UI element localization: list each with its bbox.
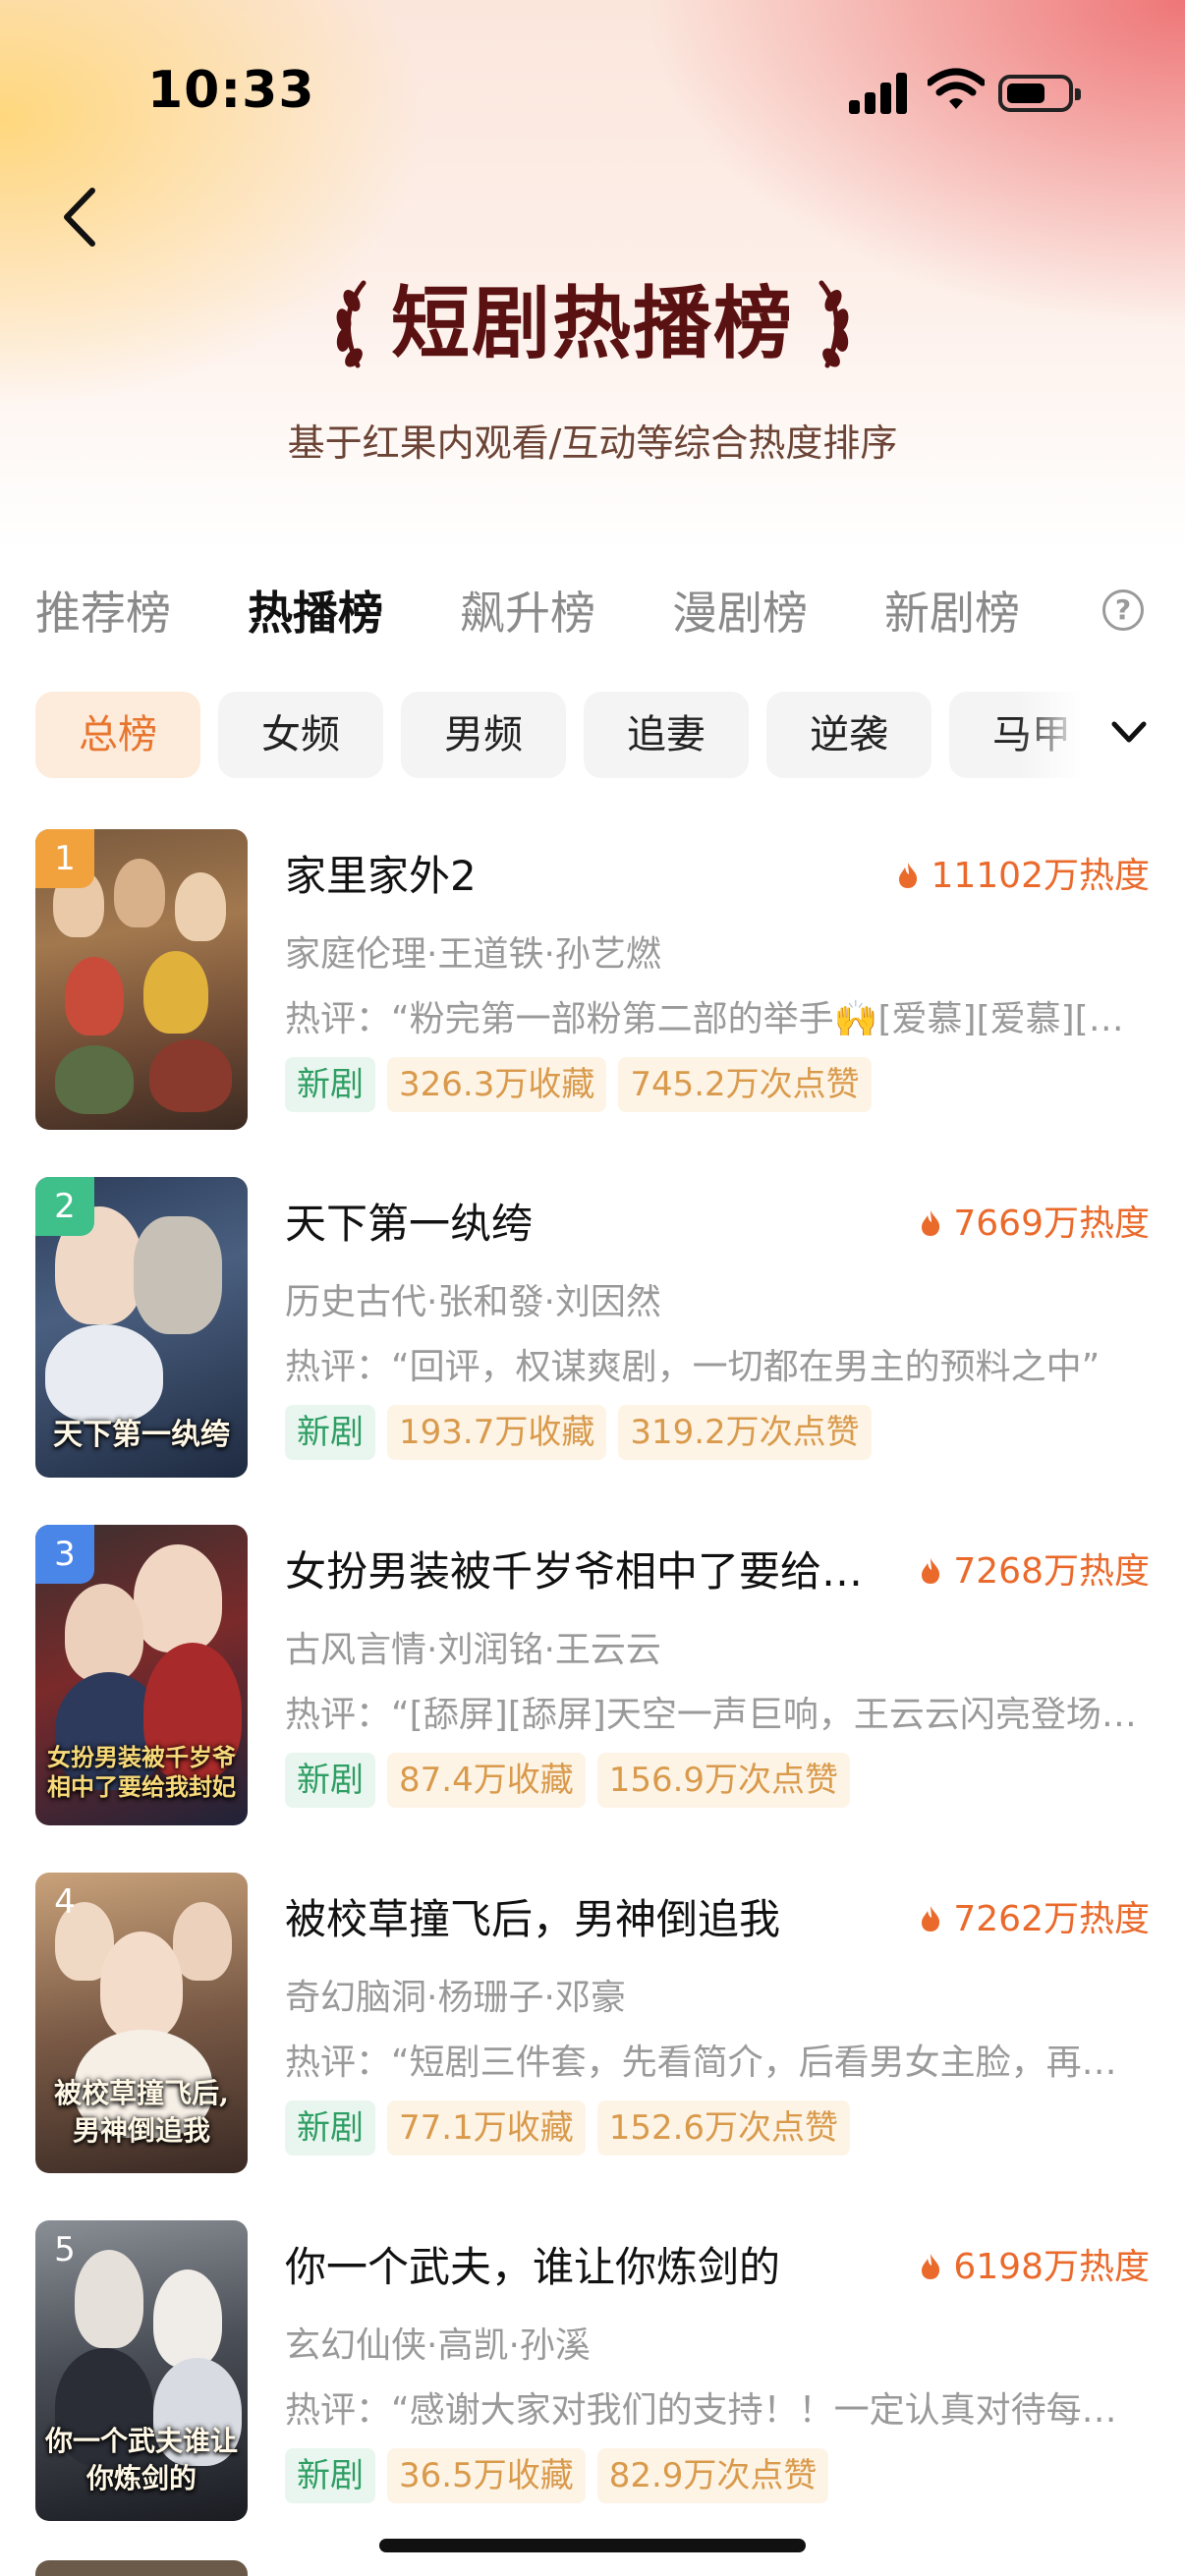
rank-badge: 2 xyxy=(35,1177,94,1236)
heat-value: 6198万热度 xyxy=(920,2238,1150,2289)
drama-title[interactable]: 家里家外2 xyxy=(285,843,894,903)
new-badge: 新剧 xyxy=(285,1753,375,1808)
favorites-count: 77.1万收藏 xyxy=(387,2100,586,2156)
drama-title[interactable]: 你一个武夫，谁让你炼剑的 xyxy=(285,2234,894,2294)
list-item[interactable]: 女扮男装被千岁爷相中了要给我封妃 3 女扮男装被千岁爷相中了要给我封妃 7268… xyxy=(35,1525,1150,1825)
cellular-signal-icon xyxy=(849,71,908,114)
drama-meta: 历史古代·张和發·刘因然 xyxy=(285,1282,661,1322)
drama-meta: 家庭伦理·王道铁·孙艺燃 xyxy=(285,934,661,975)
tag-row: 新剧 326.3万收藏 745.2万次点赞 xyxy=(285,1057,883,1112)
likes-count: 745.2万次点赞 xyxy=(618,1057,872,1112)
tag-row: 新剧 77.1万收藏 152.6万次点赞 xyxy=(285,2100,862,2156)
flame-icon xyxy=(922,1210,940,1236)
heat-value: 7262万热度 xyxy=(920,1890,1150,1941)
heat-label: 7262万热度 xyxy=(953,1899,1150,1939)
poster-image[interactable]: 你一个武夫谁让你炼剑的 5 xyxy=(35,2220,248,2521)
drama-title[interactable]: 被校草撞飞后，男神倒追我 xyxy=(285,1886,894,1946)
flame-icon xyxy=(922,1906,940,1932)
rank-badge: 3 xyxy=(35,1525,94,1584)
chip-chase-wife[interactable]: 追妻 xyxy=(584,692,749,778)
flame-icon xyxy=(922,2254,940,2279)
drama-meta: 玄幻仙侠·高凯·孙溪 xyxy=(285,2325,591,2366)
chip-comeback[interactable]: 逆袭 xyxy=(766,692,931,778)
battery-icon xyxy=(998,75,1081,112)
tag-row: 新剧 193.7万收藏 319.2万次点赞 xyxy=(285,1405,883,1460)
status-bar: 10:33 xyxy=(0,0,1185,187)
wifi-icon xyxy=(928,68,985,109)
chip-all[interactable]: 总榜 xyxy=(35,692,200,778)
favorites-count: 193.7万收藏 xyxy=(387,1405,607,1460)
page-title: 短剧热播榜 xyxy=(391,278,794,369)
page-subtitle: 基于红果内观看/互动等综合热度排序 xyxy=(287,421,898,465)
list-item[interactable]: 天下第一纨绔 2 天下第一纨绔 7669万热度 历史古代·张和發·刘因然 热评：… xyxy=(35,1177,1150,1478)
tab-rising[interactable]: 飙升榜 xyxy=(460,578,595,643)
heat-label: 6198万热度 xyxy=(953,2247,1150,2287)
favorites-count: 36.5万收藏 xyxy=(387,2448,586,2503)
heat-label: 7268万热度 xyxy=(953,1551,1150,1592)
laurel-left-icon xyxy=(336,280,367,368)
favorites-count: 326.3万收藏 xyxy=(387,1057,607,1112)
tab-new[interactable]: 新剧榜 xyxy=(884,578,1020,643)
new-badge: 新剧 xyxy=(285,2448,375,2503)
poster-caption: 你一个武夫谁让你炼剑的 xyxy=(45,2425,239,2494)
list-item[interactable]: 被校草撞飞后,男神倒追我 4 被校草撞飞后，男神倒追我 7262万热度 奇幻脑洞… xyxy=(35,1873,1150,2173)
tag-row: 新剧 36.5万收藏 82.9万次点赞 xyxy=(285,2448,840,2503)
drama-title[interactable]: 天下第一纨绔 xyxy=(285,1191,894,1251)
rank-badge: 1 xyxy=(35,829,94,888)
tab-recommend[interactable]: 推荐榜 xyxy=(35,578,171,643)
drama-meta: 奇幻脑洞·杨珊子·邓豪 xyxy=(285,1978,626,2018)
tab-comic[interactable]: 漫剧榜 xyxy=(672,578,808,643)
poster-caption: 天下第一纨绔 xyxy=(53,1418,230,1452)
hot-review: 热评：“回评，权谋爽剧，一切都在男主的预料之中” xyxy=(285,1347,1100,1387)
home-indicator[interactable] xyxy=(379,2539,806,2552)
laurel-right-icon xyxy=(818,280,849,368)
likes-count: 152.6万次点赞 xyxy=(596,2100,851,2156)
drama-title[interactable]: 女扮男装被千岁爷相中了要给我封妃 xyxy=(285,1539,894,1598)
flame-icon xyxy=(899,863,918,888)
next-item-poster-peek xyxy=(35,2560,248,2576)
hot-review: 热评：“短剧三件套，先看简介，后看男女主脸，再看评论 xyxy=(285,2043,1150,2083)
likes-count: 82.9万次点赞 xyxy=(596,2448,829,2503)
filter-chips: 总榜 女频 男频 追妻 逆袭 马甲 xyxy=(35,692,1126,780)
hot-review: 热评：“感谢大家对我们的支持！！一定认真对待每一部作品 xyxy=(285,2390,1150,2431)
drama-meta: 古风言情·刘润铭·王云云 xyxy=(285,1630,661,1670)
chevron-down-icon[interactable] xyxy=(1106,709,1152,755)
heat-label: 7669万热度 xyxy=(953,1204,1150,1244)
new-badge: 新剧 xyxy=(285,2100,375,2156)
heat-value: 7268万热度 xyxy=(920,1542,1150,1594)
new-badge: 新剧 xyxy=(285,1405,375,1460)
poster-caption: 被校草撞飞后,男神倒追我 xyxy=(54,2077,229,2147)
back-arrow-icon[interactable] xyxy=(55,183,106,252)
chip-female[interactable]: 女频 xyxy=(218,692,383,778)
chip-male[interactable]: 男频 xyxy=(401,692,566,778)
list-item[interactable]: 1 家里家外2 11102万热度 家庭伦理·王道铁·孙艺燃 热评：“粉完第一部粉… xyxy=(35,829,1150,1130)
likes-count: 156.9万次点赞 xyxy=(596,1753,851,1808)
rank-badge: 5 xyxy=(54,2230,76,2269)
tag-row: 新剧 87.4万收藏 156.9万次点赞 xyxy=(285,1753,862,1808)
list-item[interactable]: 你一个武夫谁让你炼剑的 5 你一个武夫，谁让你炼剑的 6198万热度 玄幻仙侠·… xyxy=(35,2220,1150,2521)
favorites-count: 87.4万收藏 xyxy=(387,1753,586,1808)
poster-image[interactable]: 女扮男装被千岁爷相中了要给我封妃 3 xyxy=(35,1525,248,1825)
heat-value: 11102万热度 xyxy=(897,847,1150,898)
rank-badge: 4 xyxy=(54,1882,76,1922)
status-time: 10:33 xyxy=(147,61,315,120)
poster-image[interactable]: 1 xyxy=(35,829,248,1130)
page-title-block: 短剧热播榜 xyxy=(0,275,1185,373)
poster-caption: 女扮男装被千岁爷相中了要给我封妃 xyxy=(47,1743,236,1801)
flame-icon xyxy=(922,1558,940,1584)
heat-label: 11102万热度 xyxy=(931,856,1150,896)
help-icon[interactable]: ? xyxy=(1102,589,1144,631)
hot-review: 热评：“[舔屏][舔屏]天空一声巨响，王云云闪亮登场[舔屏] xyxy=(285,1695,1150,1735)
poster-image[interactable]: 天下第一纨绔 2 xyxy=(35,1177,248,1478)
ranking-tabs: 推荐榜 热播榜 飙升榜 漫剧榜 新剧榜 xyxy=(35,578,1150,646)
tab-hot[interactable]: 热播榜 xyxy=(248,578,383,643)
poster-image[interactable]: 被校草撞飞后,男神倒追我 4 xyxy=(35,1873,248,2173)
new-badge: 新剧 xyxy=(285,1057,375,1112)
heat-value: 7669万热度 xyxy=(920,1195,1150,1246)
hot-review: 热评：“粉完第一部粉第二部的举手🙌[爱慕][爱慕][爱慕] xyxy=(285,999,1150,1039)
likes-count: 319.2万次点赞 xyxy=(618,1405,872,1460)
